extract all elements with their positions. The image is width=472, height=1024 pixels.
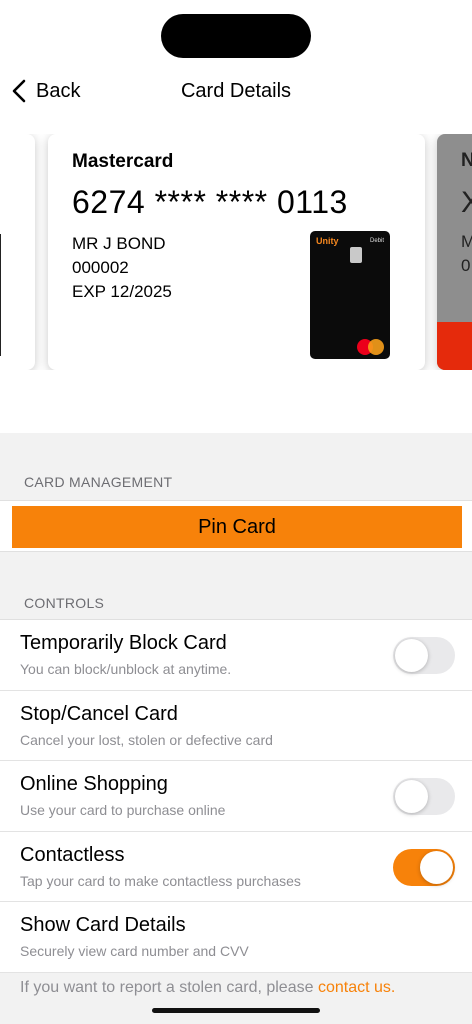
control-subtitle: You can block/unblock at anytime. (20, 661, 232, 677)
card-image-logo: Unity (316, 236, 339, 246)
selected-card[interactable]: Mastercard 6274 **** **** 0113 MR J BOND… (48, 134, 425, 370)
control-subtitle: Use your card to purchase online (20, 802, 226, 818)
card-image-type: Debit (369, 238, 384, 244)
card-number: 6274 **** **** 0113 (72, 184, 348, 220)
temporarily-block-toggle[interactable] (393, 637, 455, 674)
footer-text: If you want to report a stolen card, ple… (20, 979, 318, 996)
next-card-holder: M (461, 232, 472, 251)
next-card-color-strip (437, 322, 472, 370)
chip-icon (350, 247, 362, 263)
next-card-brand: N (461, 150, 472, 171)
next-card[interactable]: N X M 0 (437, 134, 472, 370)
footer-note: If you want to report a stolen card, ple… (20, 979, 395, 997)
contactless-toggle[interactable] (393, 848, 455, 886)
home-indicator[interactable] (152, 1008, 320, 1013)
control-subtitle: Securely view card number and CVV (20, 943, 249, 959)
card-account-number: 000002 (72, 258, 129, 277)
control-subtitle: Cancel your lost, stolen or defective ca… (20, 731, 273, 748)
card-image: Unity Debit (310, 231, 390, 359)
next-card-number: X (461, 186, 472, 219)
section-header-card-management: CARD MANAGEMENT (24, 474, 173, 490)
pin-card-row: Pin Card (0, 500, 472, 552)
dynamic-island (161, 14, 311, 58)
control-title: Stop/Cancel Card (20, 702, 178, 725)
pin-card-button[interactable]: Pin Card (12, 506, 462, 548)
card-expiry: EXP 12/2025 (72, 282, 172, 301)
control-title: Online Shopping (20, 773, 168, 795)
navigation-bar: Back Card Details (0, 70, 472, 114)
previous-card-image-edge (0, 234, 1, 356)
next-card-account: 0 (461, 256, 471, 275)
page-title: Card Details (180, 80, 292, 102)
control-title: Contactless (20, 843, 125, 866)
control-row-temporarily-block[interactable]: Temporarily Block Card You can block/unb… (0, 620, 472, 691)
control-row-contactless[interactable]: Contactless Tap your card to make contac… (0, 832, 472, 902)
card-carousel[interactable]: Mastercard 6274 **** **** 0113 MR J BOND… (0, 134, 472, 370)
mastercard-logo-icon (357, 339, 385, 355)
card-holder-name: MR J BOND (72, 234, 166, 253)
control-row-stop-cancel[interactable]: Stop/Cancel Card Cancel your lost, stole… (0, 691, 472, 761)
control-subtitle: Tap your card to make contactless purcha… (20, 872, 301, 889)
control-title: Temporarily Block Card (20, 632, 227, 654)
control-title: Show Card Details (20, 914, 186, 936)
card-brand: Mastercard (72, 151, 174, 172)
card-holder-block: MR J BOND 000002 EXP 12/2025 (72, 232, 172, 304)
contact-us-link[interactable]: contact us. (318, 979, 395, 996)
section-header-controls: CONTROLS (24, 595, 105, 611)
previous-card[interactable] (0, 134, 35, 370)
online-shopping-toggle[interactable] (393, 778, 455, 815)
control-row-online-shopping[interactable]: Online Shopping Use your card to purchas… (0, 761, 472, 832)
control-row-show-card-details[interactable]: Show Card Details Securely view card num… (0, 902, 472, 973)
controls-list: Temporarily Block Card You can block/unb… (0, 619, 472, 973)
